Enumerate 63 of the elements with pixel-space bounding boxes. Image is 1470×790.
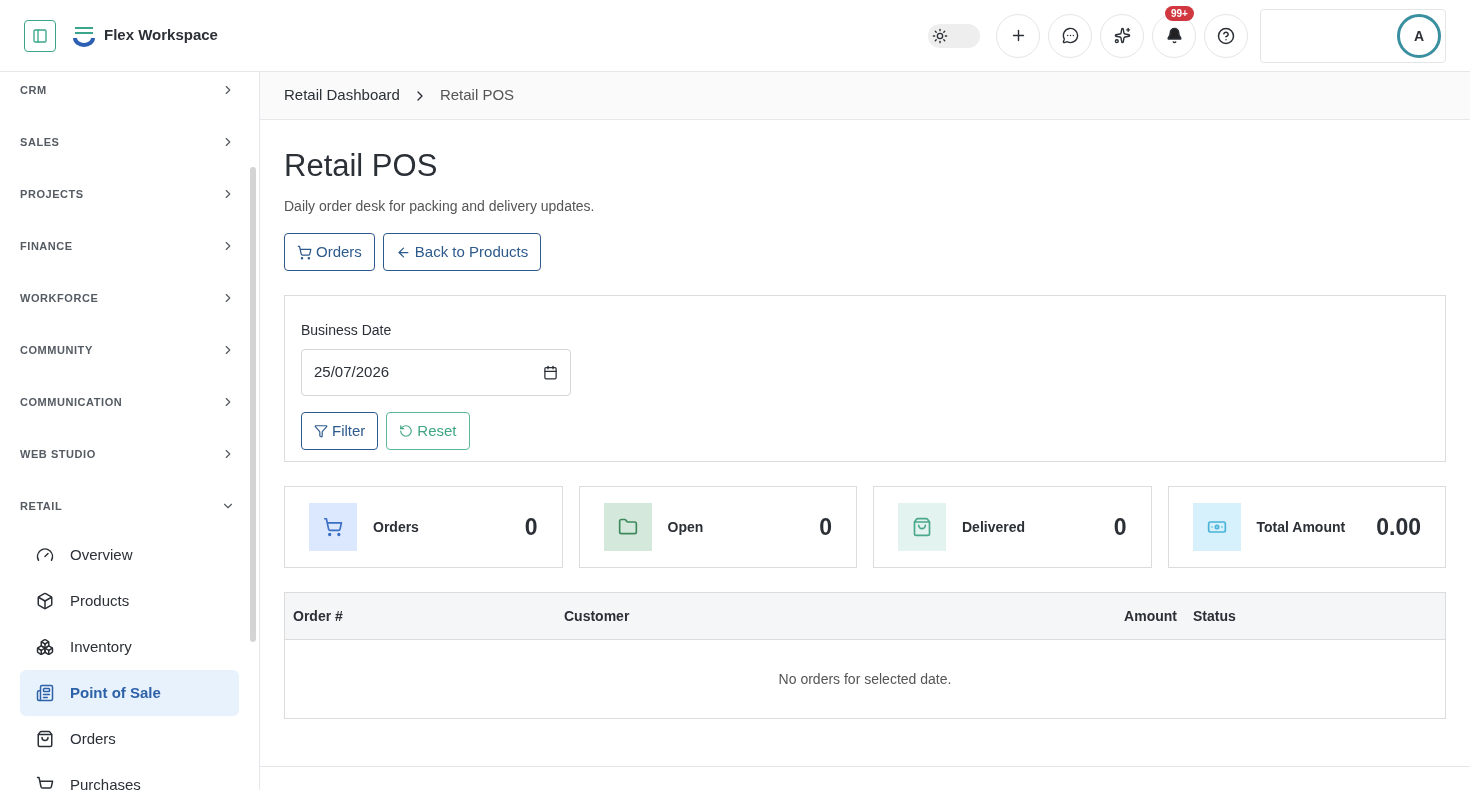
column-header: Order # [292, 606, 344, 626]
menu-icon [36, 546, 54, 564]
filter-button[interactable]: Filter [301, 412, 379, 450]
folder-icon [617, 517, 638, 537]
sidebar-section[interactable]: COMMUNITY [20, 324, 239, 376]
menu-icon [36, 592, 54, 610]
page-subtitle: Daily order desk for packing and delivery updates. [284, 197, 596, 216]
stat-label: Open [667, 517, 704, 537]
profile-panel[interactable]: A [1260, 8, 1446, 63]
theme-toggle[interactable] [928, 23, 980, 48]
sun-icon [932, 27, 948, 44]
action-button[interactable]: Back to Products [382, 233, 542, 271]
sidebar-icon [32, 27, 48, 44]
sidebar-section[interactable]: WEB STUDIO [20, 428, 239, 480]
menu-icon [36, 638, 54, 656]
stat-value: 0 [1113, 512, 1127, 542]
sidebar-toggle-button[interactable] [24, 19, 56, 52]
menu-icon [36, 776, 54, 790]
page-title: Retail POS [284, 148, 439, 184]
avatar[interactable]: A [1397, 13, 1441, 58]
sidebar-section[interactable]: FINANCE [20, 220, 239, 272]
filter-icon [314, 424, 328, 438]
sidebar-item[interactable]: Overview [20, 532, 239, 578]
column-header: Customer [564, 606, 631, 626]
menu-icon [36, 730, 54, 748]
sidebar-item[interactable]: Orders [20, 716, 239, 762]
bag-icon [912, 517, 932, 537]
sidebar-section[interactable]: PROJECTS [20, 168, 239, 220]
stat-value: 0 [819, 512, 832, 542]
sidebar-section[interactable]: RETAIL [20, 480, 239, 532]
action-button[interactable]: Orders [284, 233, 375, 271]
calendar-icon [543, 365, 558, 380]
column-header: Status [1193, 606, 1237, 626]
cart-icon [297, 244, 312, 260]
sidebar-item[interactable]: Inventory [20, 624, 239, 670]
empty-message: No orders for selected date. [777, 669, 953, 689]
brand-name: Flex Workspace [104, 25, 218, 46]
scrollbar[interactable] [250, 167, 256, 642]
sidebar-section[interactable]: WORKFORCE [20, 272, 239, 324]
menu-icon [36, 684, 54, 702]
sidebar-section[interactable]: SALES [20, 116, 239, 168]
breadcrumb-item[interactable]: Retail Dashboard [284, 84, 400, 107]
help-icon [1217, 26, 1235, 45]
sidebar-section[interactable]: CRM [20, 72, 239, 116]
date-field[interactable]: 25/07/2026 [301, 349, 571, 396]
sidebar-item[interactable]: Purchases [20, 762, 239, 790]
chat-icon [1061, 27, 1079, 44]
reset-icon [399, 424, 414, 438]
bell-icon [1165, 27, 1183, 44]
sparkles-icon [1113, 27, 1131, 44]
breadcrumb-item: Retail POS [439, 85, 515, 106]
stat-label: Orders [373, 517, 419, 537]
sidebar-section[interactable]: COMMUNICATION [20, 376, 239, 428]
stat-label: Total Amount [1256, 517, 1346, 537]
cart-icon [323, 517, 343, 537]
column-header: Amount [1123, 606, 1178, 626]
notification-badge: 99+ [1165, 5, 1194, 21]
sidebar-item[interactable]: Products [20, 578, 239, 624]
stat-value: 0.00 [1376, 512, 1421, 542]
stat-value: 0 [524, 512, 538, 542]
stat-label: Delivered [962, 517, 1026, 537]
field-label: Business Date [301, 321, 393, 340]
sidebar-item[interactable]: Point of Sale [20, 670, 239, 716]
